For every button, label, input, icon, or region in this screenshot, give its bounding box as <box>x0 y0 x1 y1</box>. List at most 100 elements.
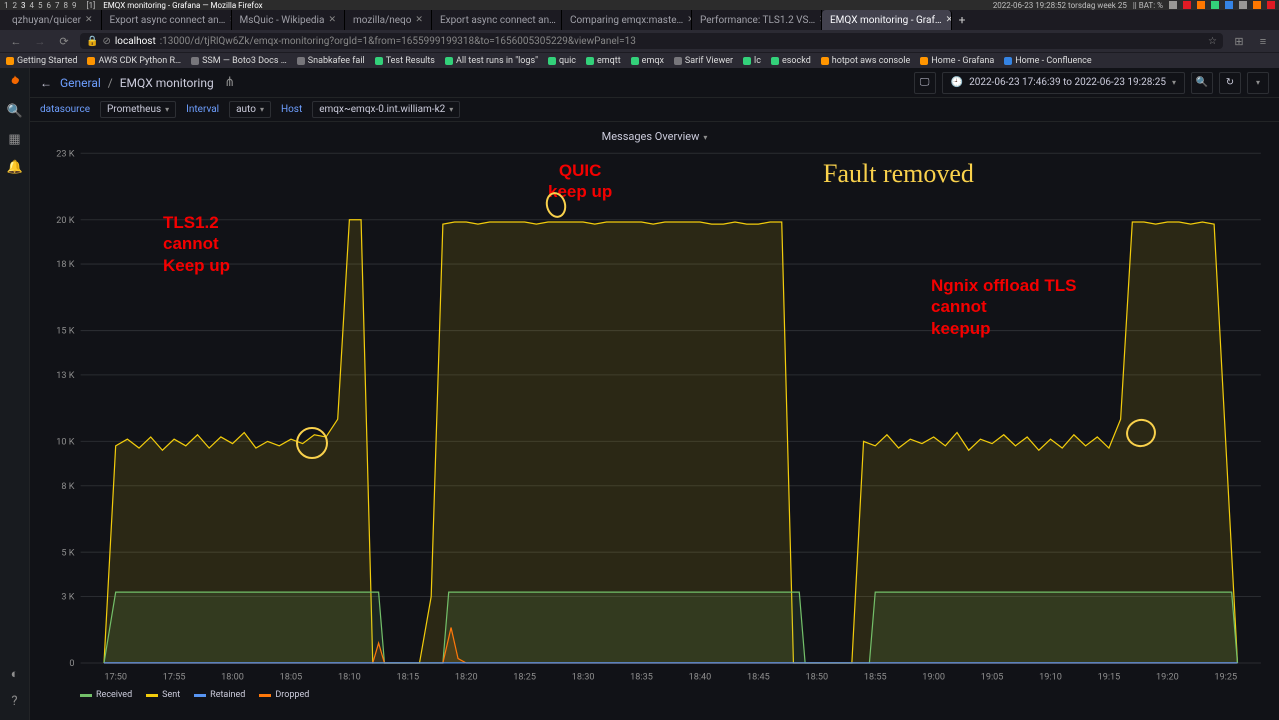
svg-text:18:35: 18:35 <box>630 672 653 683</box>
desktop-top-bar: 1 2 3 4 5 6 7 8 9 [1] EMQX monitoring - … <box>0 0 1279 10</box>
browser-tab[interactable]: mozilla/neqo✕ <box>345 10 432 30</box>
zoom-out-button[interactable]: 🔍 <box>1191 72 1213 94</box>
svg-text:18:00: 18:00 <box>221 672 244 683</box>
ws-2[interactable]: 2 <box>13 1 18 10</box>
tray-icon[interactable] <box>1211 1 1219 9</box>
bookmark-item[interactable]: quic <box>548 56 576 66</box>
legend-swatch <box>146 694 158 697</box>
bookmark-item[interactable]: emqtt <box>586 56 621 66</box>
bookmark-item[interactable]: Home - Confluence <box>1004 56 1091 66</box>
clock-icon: 🕘 <box>951 77 963 88</box>
bookmark-icon <box>743 57 751 65</box>
time-range-picker[interactable]: 🕘 2022-06-23 17:46:39 to 2022-06-23 19:2… <box>942 72 1185 94</box>
help-icon[interactable]: ? <box>7 694 23 710</box>
bookmark-item[interactable]: esockd <box>771 56 811 66</box>
svg-text:0: 0 <box>69 658 74 669</box>
breadcrumb-title[interactable]: EMQX monitoring <box>120 76 214 90</box>
bookmark-icon <box>548 57 556 65</box>
hamburger-menu-icon[interactable]: ≡ <box>1255 35 1271 48</box>
tray-icon[interactable] <box>1267 1 1275 9</box>
bookmark-icon <box>821 57 829 65</box>
nav-back-button[interactable]: ← <box>8 35 24 48</box>
bookmark-item[interactable]: Test Results <box>375 56 435 66</box>
close-icon[interactable]: ✕ <box>85 15 93 25</box>
bookmark-star-icon[interactable]: ☆ <box>1208 36 1217 47</box>
url-input[interactable]: 🔒 ⊘ localhost:13000/d/tjRlQw6Zk/emqx-mon… <box>80 33 1223 49</box>
ws-4[interactable]: 4 <box>30 1 35 10</box>
account-icon[interactable]: ⊞ <box>1231 35 1247 48</box>
var-host-select[interactable]: emqx~emqx-0.int.william-k2▾ <box>312 101 460 118</box>
var-datasource-label: datasource <box>40 104 90 115</box>
share-icon[interactable]: ⋔ <box>222 75 238 91</box>
ws-1[interactable]: 1 <box>4 1 9 10</box>
legend-item[interactable]: Retained <box>194 690 245 700</box>
new-tab-button[interactable]: + <box>952 10 972 30</box>
breadcrumb[interactable]: General / EMQX monitoring <box>60 76 214 90</box>
refresh-button[interactable]: ↻ <box>1219 72 1241 94</box>
monitor-icon[interactable]: 🖵 <box>914 72 936 94</box>
tray-icon[interactable] <box>1239 1 1247 9</box>
tray-icon[interactable] <box>1225 1 1233 9</box>
bookmark-item[interactable]: Home - Grafana <box>920 56 994 66</box>
nav-forward-button[interactable]: → <box>32 35 48 48</box>
svg-text:15 K: 15 K <box>56 326 74 337</box>
panel-title[interactable]: Messages Overview▾ <box>38 126 1271 147</box>
svg-text:19:10: 19:10 <box>1039 672 1062 683</box>
grafana-logo-icon[interactable] <box>6 74 24 92</box>
svg-text:18:05: 18:05 <box>280 672 303 683</box>
ws-3[interactable]: 3 <box>21 1 26 10</box>
ws-6[interactable]: 6 <box>47 1 52 10</box>
bookmark-icon <box>920 57 928 65</box>
bookmark-item[interactable]: lc <box>743 56 761 66</box>
tray-icon[interactable] <box>1169 1 1177 9</box>
profile-icon[interactable]: ◐ <box>7 666 23 682</box>
refresh-interval-picker[interactable]: ▾ <box>1247 72 1269 94</box>
bookmark-item[interactable]: Snabkafee fail <box>297 56 365 66</box>
legend-item[interactable]: Sent <box>146 690 180 700</box>
breadcrumb-folder[interactable]: General <box>60 76 101 90</box>
nav-reload-button[interactable]: ⟳ <box>56 35 72 48</box>
bookmark-item[interactable]: emqx <box>631 56 664 66</box>
close-icon[interactable]: ✕ <box>328 15 336 25</box>
svg-text:18:20: 18:20 <box>455 672 478 683</box>
browser-tab[interactable]: qzhuyan/quicer✕ <box>4 10 102 30</box>
browser-tab[interactable]: Export async connect an…✕ <box>432 10 562 30</box>
bookmark-item[interactable]: hotpot aws console <box>821 56 911 66</box>
chart[interactable]: 03 K5 K8 K10 K13 K15 K18 K20 K23 K17:501… <box>38 147 1271 688</box>
browser-tab[interactable]: MsQuic - Wikipedia✕ <box>232 10 345 30</box>
bookmark-item[interactable]: SSM — Boto3 Docs … <box>191 56 287 66</box>
bookmark-item[interactable]: Getting Started <box>6 56 77 66</box>
desktop-battery: || BAT: % <box>1133 1 1163 10</box>
dashboards-icon[interactable]: ▦ <box>7 132 23 148</box>
bookmark-item[interactable]: AWS CDK Python R… <box>87 56 181 66</box>
var-datasource-select[interactable]: Prometheus▾ <box>100 101 176 118</box>
alerting-icon[interactable]: 🔔 <box>7 160 23 176</box>
ws-5[interactable]: 5 <box>38 1 43 10</box>
bookmark-item[interactable]: Sarif Viewer <box>674 56 733 66</box>
svg-text:18:10: 18:10 <box>338 672 361 683</box>
ws-7[interactable]: 7 <box>55 1 60 10</box>
svg-text:13 K: 13 K <box>56 370 74 381</box>
var-interval-select[interactable]: auto▾ <box>229 101 271 118</box>
close-icon[interactable]: ✕ <box>415 15 423 25</box>
ws-8[interactable]: 8 <box>64 1 69 10</box>
bookmark-item[interactable]: All test runs in "logs" <box>445 56 538 66</box>
browser-tab[interactable]: Export async connect an…✕ <box>102 10 232 30</box>
browser-tab[interactable]: Performance: TLS1.2 VS…✕ <box>692 10 822 30</box>
tray-icon[interactable] <box>1253 1 1261 9</box>
svg-text:18:15: 18:15 <box>396 672 419 683</box>
legend-swatch <box>259 694 271 697</box>
var-interval-label: Interval <box>186 104 219 115</box>
back-arrow-icon[interactable]: ← <box>40 76 52 90</box>
search-icon[interactable]: 🔍 <box>7 104 23 120</box>
tray-icon[interactable] <box>1197 1 1205 9</box>
browser-tab[interactable]: EMQX monitoring - Graf…✕ <box>822 10 952 30</box>
tray-icon[interactable] <box>1183 1 1191 9</box>
browser-tab[interactable]: Comparing emqx:maste…✕ <box>562 10 692 30</box>
grafana-sidebar: 🔍 ▦ 🔔 ◐ ? <box>0 68 30 720</box>
legend-swatch <box>80 694 92 697</box>
legend-item[interactable]: Dropped <box>259 690 309 700</box>
legend-item[interactable]: Received <box>80 690 132 700</box>
panel-area: Messages Overview▾ 03 K5 K8 K10 K13 K15 … <box>30 122 1279 720</box>
ws-9[interactable]: 9 <box>72 1 77 10</box>
